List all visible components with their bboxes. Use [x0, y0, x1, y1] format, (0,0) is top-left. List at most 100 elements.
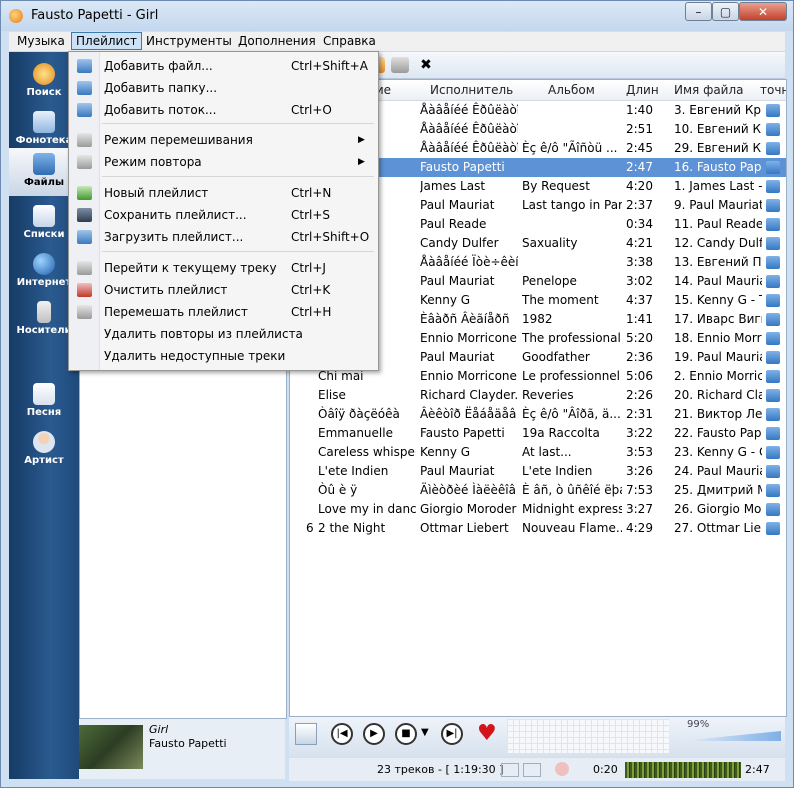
track-length: 4:20 [626, 179, 653, 193]
clear-toolbar-icon[interactable]: ✖ [417, 57, 435, 73]
play-button[interactable]: ▶ [363, 723, 385, 745]
track-length: 2:26 [626, 388, 653, 402]
menu-item[interactable]: Удалить повторы из плейлиста [69, 323, 378, 345]
track-filename: 20. Richard Clayd... [674, 388, 762, 402]
seek-bar[interactable] [625, 762, 741, 778]
col-source[interactable]: точн [760, 83, 786, 97]
table-row[interactable]: Emmanuelle Fausto Papetti 19a Raccolta 3:22… [290, 424, 786, 443]
goto-icon [77, 261, 92, 275]
menu-item[interactable]: Режим повтора ▶ [69, 151, 378, 173]
menu-music[interactable]: Музыка [13, 33, 69, 49]
table-row[interactable]: Òâîÿ ðàçëóêà Âèêòîð Ëåáåäåâ Èç ê/ô "Âîðã, … [290, 405, 786, 424]
minimize-button[interactable]: – [685, 2, 712, 21]
menu-tools[interactable]: Инструменты [142, 33, 236, 49]
menu-item[interactable]: Перемешать плейлист Ctrl+H [69, 301, 378, 323]
player-controls: |◀ ▶ ■ ▼ ▶| ♥ 99% [289, 717, 785, 757]
track-album: At last... [522, 445, 572, 459]
source-icon [766, 465, 780, 478]
new-playlist-icon [77, 186, 92, 200]
track-artist: Ottmar Liebert [420, 521, 509, 535]
menu-item-label: Загрузить плейлист... [104, 230, 244, 244]
col-length[interactable]: Длин [626, 83, 659, 97]
shuffle-icon [77, 133, 92, 147]
repeat-icon[interactable] [501, 763, 519, 777]
menu-item-shortcut: Ctrl+K [291, 283, 331, 297]
track-artist: Åàâåíéé Ïòè÷êèí [420, 255, 518, 269]
shuffle-icon[interactable] [523, 763, 541, 777]
source-icon [766, 180, 780, 193]
sidebar-item-label: Песня [26, 407, 62, 418]
menu-separator [102, 176, 374, 177]
sidebar-item-label: Файлы [23, 177, 65, 188]
track-filename: 13. Евгений Пти... [674, 255, 762, 269]
maximize-button[interactable]: ▢ [712, 2, 739, 21]
table-row[interactable]: L'ete Indien Paul Mauriat L'ete Indien 3:26… [290, 462, 786, 481]
col-artist[interactable]: Исполнитель [430, 83, 513, 97]
link-icon[interactable] [391, 57, 409, 73]
table-row[interactable]: Elise Richard Clayder... Reveries 2:26 20. R… [290, 386, 786, 405]
track-artist: Giorgio Moroder [420, 502, 517, 516]
track-length: 3:53 [626, 445, 653, 459]
col-album[interactable]: Альбом [548, 83, 595, 97]
menu-item[interactable]: Новый плейлист Ctrl+N [69, 182, 378, 204]
sidebar-item-label: Артист [24, 455, 64, 466]
track-artist: Åàâåíéé Êðûëàòîâ [420, 103, 518, 117]
files-icon [33, 153, 55, 175]
table-row[interactable]: Careless whisper Kenny G At last... 3:53 23.… [290, 443, 786, 462]
table-row[interactable]: 6 2 the Night Ottmar Liebert Nouveau Flame.… [290, 519, 786, 538]
track-album: The moment [522, 293, 599, 307]
track-album: Last tango in Paris [522, 198, 622, 212]
menu-item[interactable]: Сохранить плейлист... Ctrl+S [69, 204, 378, 226]
menu-item[interactable]: Загрузить плейлист... Ctrl+Shift+O [69, 226, 378, 248]
track-filename: 14. Paul Mauriat ... [674, 274, 762, 288]
menu-addons[interactable]: Дополнения [234, 33, 320, 49]
sidebar-item-artist[interactable]: Артист [9, 426, 79, 474]
track-album: 1982 [522, 312, 553, 326]
source-icon [766, 522, 780, 535]
stop-button[interactable]: ■ [395, 723, 417, 745]
menu-help[interactable]: Справка [319, 33, 380, 49]
menu-item-shortcut: Ctrl+H [291, 305, 332, 319]
device-icon [37, 301, 51, 323]
track-artist: Èâàðñ Âèãíåðñ [420, 312, 510, 326]
menu-item[interactable]: Режим перемешивания ▶ [69, 129, 378, 151]
repeat-icon [77, 155, 92, 169]
track-filename: 19. Paul Mauriat ... [674, 350, 762, 364]
menu-item[interactable]: Добавить файл... Ctrl+Shift+A [69, 55, 378, 77]
table-row[interactable]: Love my in dance Giorgio Moroder Midnight … [290, 500, 786, 519]
track-filename: 9. Paul Mauriat - ... [674, 198, 762, 212]
track-artist: Fausto Papetti [420, 426, 505, 440]
track-filename: 22. Fausto Papetti... [674, 426, 762, 440]
menu-item-label: Добавить папку... [104, 81, 218, 95]
previous-button[interactable]: |◀ [331, 723, 353, 745]
menu-item[interactable]: Перейти к текущему треку Ctrl+J [69, 257, 378, 279]
source-icon [766, 237, 780, 250]
clear-icon [77, 283, 92, 297]
effects-icon[interactable] [555, 762, 569, 776]
next-button[interactable]: ▶| [441, 723, 463, 745]
sidebar-item-song[interactable]: Песня [9, 378, 79, 426]
library-icon [33, 111, 55, 133]
menu-separator [102, 251, 374, 252]
table-row[interactable]: Òû è ÿ Äìèòðèé Ìàëèêîâ È âñ, ò ûñêîé ëþáâè… [290, 481, 786, 500]
track-album: Nouveau Flame... [522, 521, 622, 535]
stop-options-icon[interactable]: ▼ [421, 727, 429, 738]
menu-item-label: Режим перемешивания [104, 133, 253, 147]
menu-item[interactable]: Удалить недоступные треки [69, 345, 378, 367]
close-button[interactable]: ✕ [739, 2, 787, 21]
track-length: 2:47 [626, 160, 653, 174]
menu-item[interactable]: Добавить папку... [69, 77, 378, 99]
source-icon [766, 389, 780, 402]
menu-item[interactable]: Очистить плейлист Ctrl+K [69, 279, 378, 301]
menu-bar: Музыка Плейлист Инструменты Дополнения С… [9, 32, 785, 52]
menu-playlist[interactable]: Плейлист [71, 32, 142, 50]
playlist-view-icon[interactable] [295, 723, 317, 745]
track-album: Penelope [522, 274, 577, 288]
volume-slider[interactable] [681, 731, 781, 741]
col-filename[interactable]: Имя файла [674, 83, 744, 97]
favorite-heart-icon[interactable]: ♥ [477, 723, 497, 745]
track-artist: Kenny G [420, 293, 471, 307]
menu-item-shortcut: Ctrl+O [291, 103, 332, 117]
track-album: By Request [522, 179, 590, 193]
menu-item[interactable]: Добавить поток... Ctrl+O [69, 99, 378, 121]
